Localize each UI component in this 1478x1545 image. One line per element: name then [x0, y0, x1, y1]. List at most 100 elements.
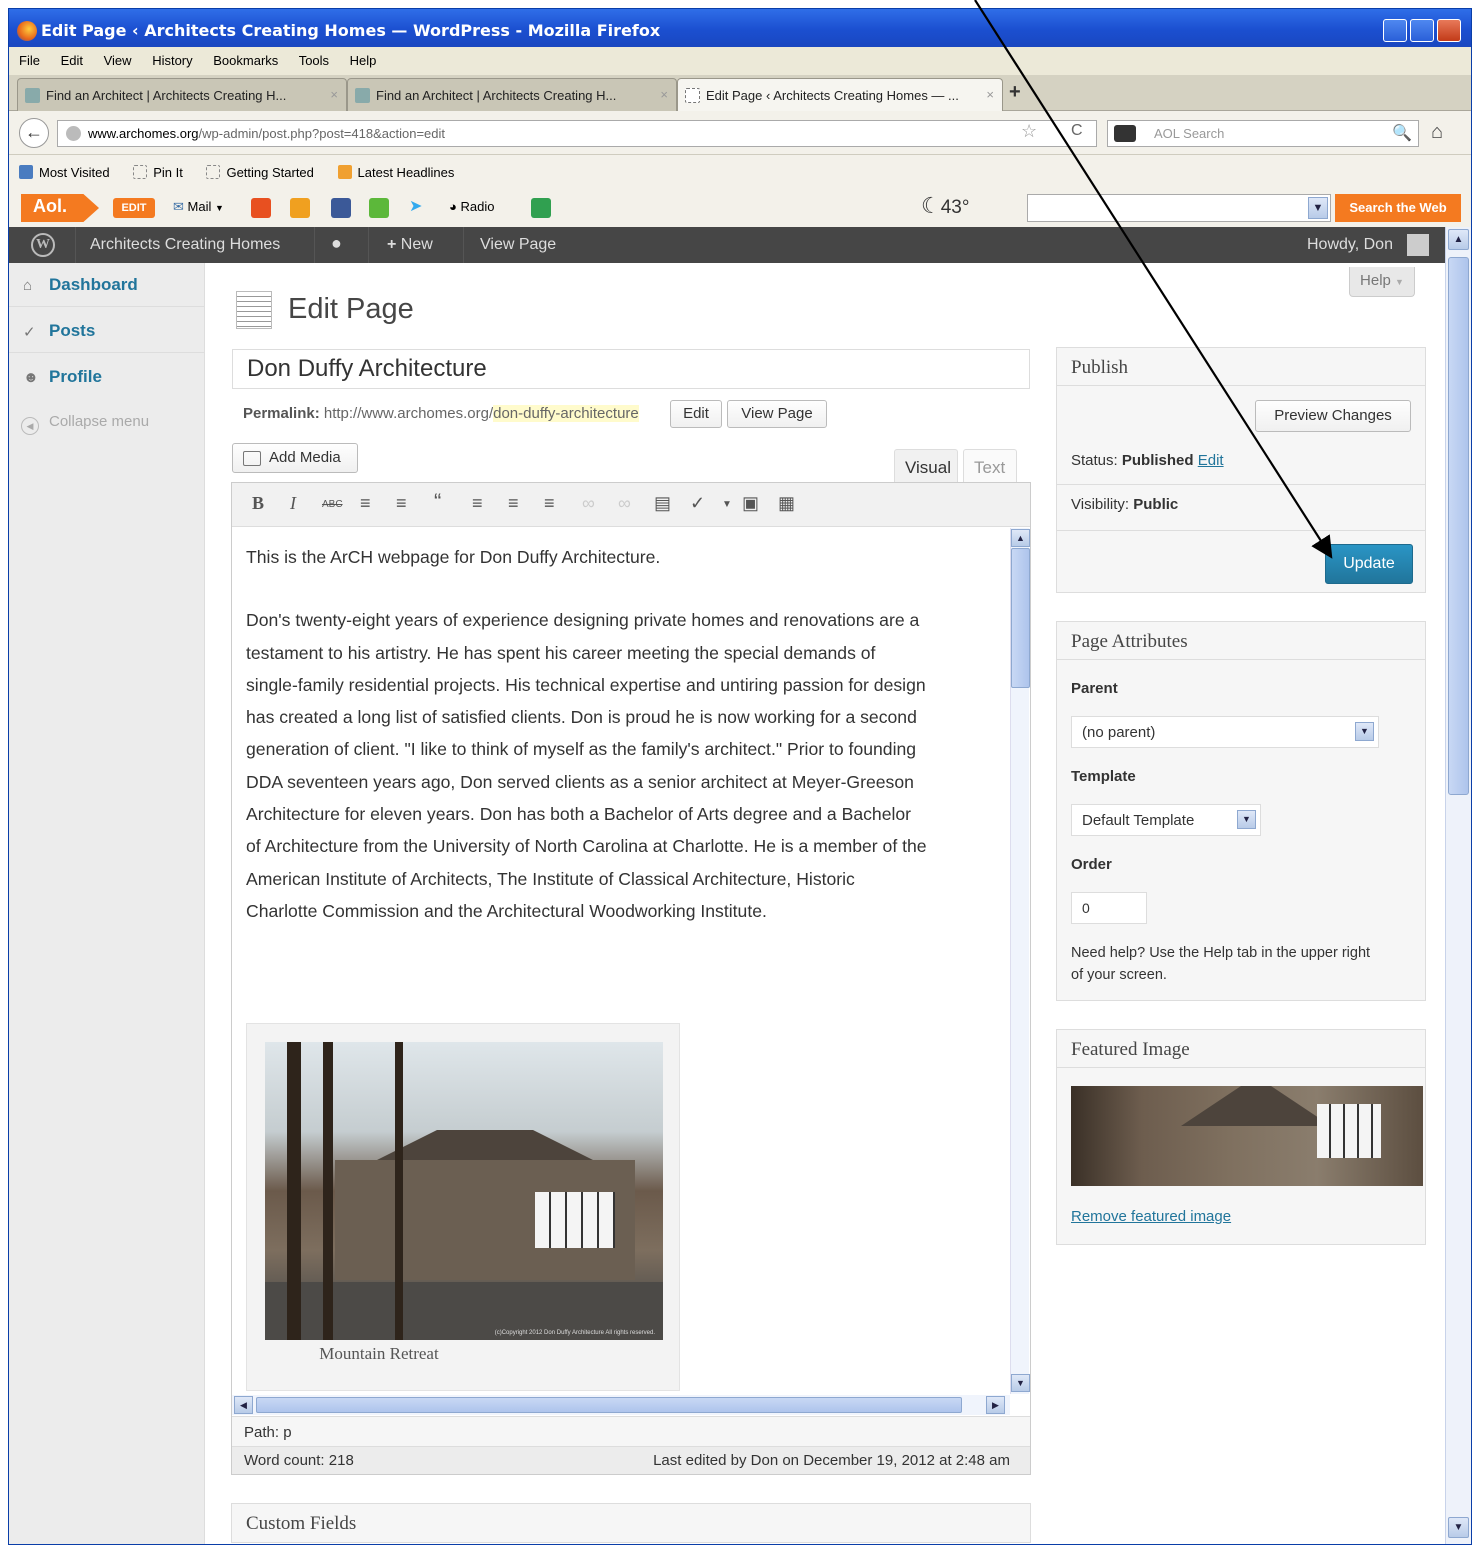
home-button[interactable]: ⌂	[1431, 121, 1443, 144]
maximize-button[interactable]	[1410, 19, 1434, 42]
template-select[interactable]: Default Template ▼	[1071, 804, 1261, 836]
status-edit-link[interactable]: Edit	[1198, 452, 1224, 469]
bullet-list-icon[interactable]: ≡	[360, 493, 371, 514]
editor-hscrollbar[interactable]: ◀ ▶	[232, 1395, 1010, 1415]
blockquote-icon[interactable]: “	[434, 489, 441, 515]
url-bar[interactable]: www.archomes.org/wp-admin/post.php?post=…	[57, 120, 1097, 147]
bookmark-most-visited[interactable]: Most Visited	[19, 165, 120, 180]
more-tag-icon[interactable]: ▤	[654, 493, 671, 514]
order-input[interactable]: 0	[1071, 892, 1147, 924]
view-page-link[interactable]: View Page	[480, 236, 556, 254]
chevron-down-icon[interactable]: ▼	[1308, 197, 1328, 219]
avatar[interactable]	[1407, 234, 1429, 256]
scroll-up-icon[interactable]: ▲	[1448, 229, 1469, 250]
magnifier-icon[interactable]: 🔍	[1392, 123, 1412, 143]
image-caption-block[interactable]: (c)Copyright 2012 Don Duffy Architecture…	[246, 1023, 680, 1391]
menu-tools[interactable]: Tools	[299, 53, 329, 68]
menu-history[interactable]: History	[152, 53, 192, 68]
house-photo[interactable]: (c)Copyright 2012 Don Duffy Architecture…	[265, 1042, 663, 1340]
tab-visual[interactable]: Visual	[894, 449, 958, 483]
bookmark-star-icon[interactable]: ☆	[1021, 121, 1037, 142]
myspace-icon[interactable]	[369, 198, 389, 218]
fullscreen-icon[interactable]: ▣	[742, 493, 759, 514]
new-tab-button[interactable]: +	[1009, 81, 1021, 104]
spellcheck-icon[interactable]: ✓	[690, 493, 705, 514]
help-tab-button[interactable]: Help ▼	[1349, 267, 1415, 297]
numbered-list-icon[interactable]: ≡	[396, 493, 407, 514]
permalink-edit-button[interactable]: Edit	[670, 400, 722, 428]
facebook-icon[interactable]	[331, 198, 351, 218]
tab-close-icon[interactable]: ×	[660, 87, 668, 102]
tab-close-icon[interactable]: ×	[986, 87, 994, 102]
mail-button[interactable]: ✉ Mail ▼	[173, 199, 224, 215]
scroll-left-icon[interactable]: ◀	[234, 1396, 253, 1414]
page-attributes-heading[interactable]: Page Attributes	[1057, 622, 1425, 660]
minimize-button[interactable]	[1383, 19, 1407, 42]
remove-featured-image-link[interactable]: Remove featured image	[1071, 1208, 1231, 1225]
editor-content[interactable]: This is the ArCH webpage for Don Duffy A…	[246, 541, 998, 927]
page-scrollbar[interactable]: ▲ ▼	[1445, 227, 1471, 1544]
sidebar-item-posts[interactable]: ✓ Posts	[9, 309, 205, 353]
close-button[interactable]	[1437, 19, 1461, 42]
wordpress-logo-icon[interactable]: W	[31, 233, 55, 257]
view-page-button[interactable]: View Page	[727, 400, 827, 428]
site-name-link[interactable]: Architects Creating Homes	[90, 236, 280, 254]
bookmark-pin-it[interactable]: Pin It	[133, 165, 193, 180]
unlink-icon[interactable]: ∞	[618, 493, 631, 514]
kitchen-sink-icon[interactable]: ▦	[778, 493, 795, 514]
featured-image-heading[interactable]: Featured Image	[1057, 1030, 1425, 1068]
scroll-down-icon[interactable]: ▼	[1011, 1374, 1030, 1392]
scroll-right-icon[interactable]: ▶	[986, 1396, 1005, 1414]
aol-logo[interactable]: Aol.	[21, 194, 99, 222]
scroll-thumb[interactable]	[1011, 548, 1030, 688]
link-icon[interactable]: ∞	[582, 493, 595, 514]
update-button[interactable]: Update	[1325, 544, 1413, 584]
tab-text[interactable]: Text	[963, 449, 1017, 483]
publish-heading[interactable]: Publish	[1057, 348, 1425, 386]
add-media-button[interactable]: Add Media	[232, 443, 358, 473]
aol-app-icon[interactable]	[251, 198, 271, 218]
custom-fields-box[interactable]: Custom Fields	[231, 1503, 1031, 1543]
featured-image-thumbnail[interactable]	[1071, 1086, 1423, 1186]
preview-changes-button[interactable]: Preview Changes	[1255, 400, 1411, 432]
browser-tab[interactable]: Find an Architect | Architects Creating …	[17, 78, 347, 111]
sidebar-item-profile[interactable]: ☻ Profile	[9, 355, 205, 399]
tab-close-icon[interactable]: ×	[330, 87, 338, 102]
sidebar-item-dashboard[interactable]: ⌂ Dashboard	[9, 263, 205, 307]
search-bar[interactable]: AOL Search 🔍	[1107, 120, 1419, 147]
aim-icon[interactable]	[290, 198, 310, 218]
scroll-thumb[interactable]	[1448, 257, 1469, 795]
bookmark-latest-headlines[interactable]: Latest Headlines	[337, 165, 465, 180]
new-content-button[interactable]: + New	[387, 236, 433, 254]
radio-button[interactable]: ◕ Radio	[449, 199, 494, 214]
reload-button[interactable]: C	[1071, 122, 1083, 140]
bookmark-getting-started[interactable]: Getting Started	[206, 165, 323, 180]
scroll-up-icon[interactable]: ▲	[1011, 529, 1030, 547]
aol-edit-button[interactable]: EDIT	[113, 198, 155, 218]
align-left-icon[interactable]: ≡	[472, 493, 483, 514]
strikethrough-icon[interactable]: ABC	[322, 499, 343, 510]
back-button[interactable]: ←	[19, 118, 49, 148]
parent-select[interactable]: (no parent) ▼	[1071, 716, 1379, 748]
align-center-icon[interactable]: ≡	[508, 493, 519, 514]
bold-icon[interactable]: B	[252, 493, 264, 514]
weather-widget[interactable]: ☾43°	[921, 193, 969, 219]
menu-view[interactable]: View	[104, 53, 132, 68]
menu-file[interactable]: File	[19, 53, 40, 68]
refresh-app-icon[interactable]	[531, 198, 551, 218]
howdy-account-link[interactable]: Howdy, Don	[1307, 236, 1393, 254]
menu-bookmarks[interactable]: Bookmarks	[213, 53, 278, 68]
align-right-icon[interactable]: ≡	[544, 493, 555, 514]
permalink-slug[interactable]: don-duffy-architecture	[493, 405, 639, 422]
browser-tab-active[interactable]: Edit Page ‹ Architects Creating Homes — …	[677, 78, 1003, 111]
scroll-thumb[interactable]	[256, 1397, 962, 1413]
scroll-down-icon[interactable]: ▼	[1448, 1517, 1469, 1538]
italic-icon[interactable]: I	[290, 493, 296, 514]
menu-edit[interactable]: Edit	[61, 53, 83, 68]
editor-scrollbar[interactable]: ▲ ▼	[1010, 528, 1030, 1394]
menu-help[interactable]: Help	[350, 53, 377, 68]
search-web-button[interactable]: Search the Web	[1335, 194, 1461, 222]
collapse-menu-button[interactable]: ◀ Collapse menu	[21, 413, 149, 435]
twitter-icon[interactable]: ➤	[409, 196, 422, 216]
content-editor[interactable]: B I ABC ≡ ≡ “ ≡ ≡ ≡ ∞ ∞ ▤ ✓ ▼ ▣ ▦ This i…	[231, 482, 1031, 1475]
